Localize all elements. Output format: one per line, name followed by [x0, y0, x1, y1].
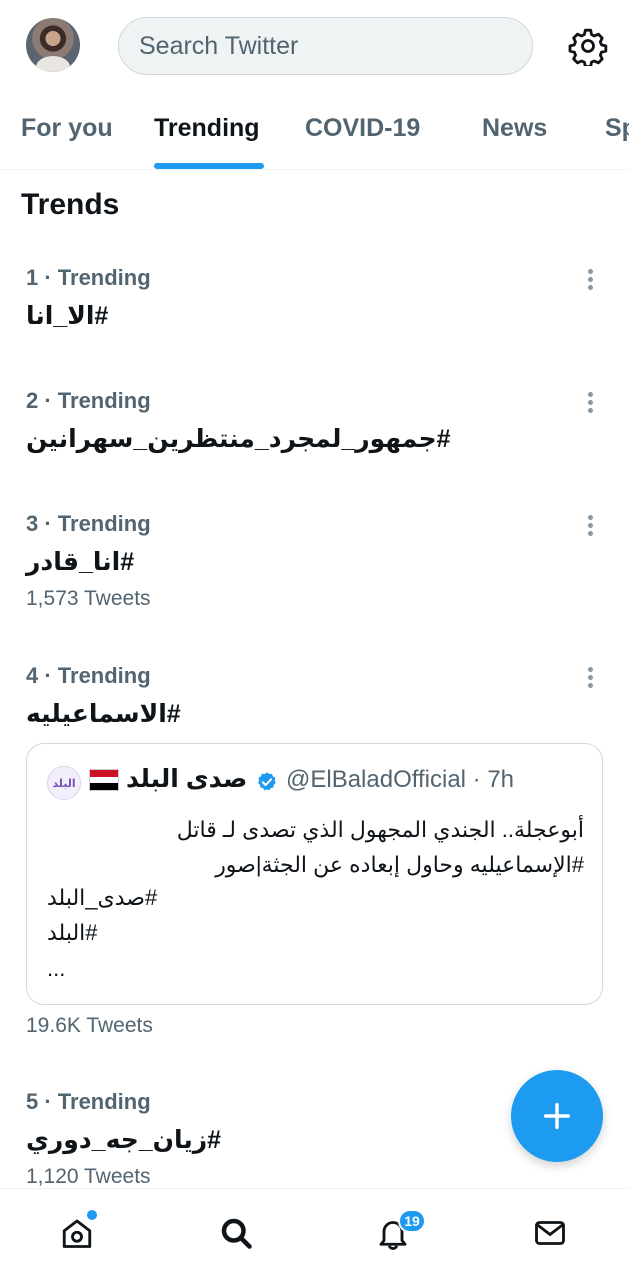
author-handle: @ElBaladOfficial · 7h: [286, 766, 515, 793]
more-options-icon[interactable]: [580, 513, 600, 539]
author-name[interactable]: صدى البلد: [126, 764, 247, 794]
bottom-navigation: 19: [0, 1188, 629, 1280]
more-options-icon[interactable]: [580, 390, 600, 416]
tab-covid-19[interactable]: COVID-19: [305, 114, 420, 143]
home-unread-dot: [87, 1210, 97, 1220]
trend-item[interactable]: 2 · Trending #جمهور_لمجرد_منتظرين_سهراني…: [26, 388, 606, 454]
home-icon[interactable]: [59, 1215, 95, 1251]
section-title: Trends: [21, 188, 120, 221]
trend-meta: 1 · Trending: [26, 265, 151, 290]
trend-item[interactable]: 1 · Trending #الا_انا: [26, 265, 606, 331]
gear-icon[interactable]: [568, 26, 608, 66]
embedded-tweet[interactable]: البلد صدى البلد @ElBaladOfficial · 7h أب…: [26, 743, 603, 1005]
egypt-flag-icon: [89, 769, 119, 791]
explore-tabs: For you Trending COVID-19 News Sp: [0, 92, 629, 170]
verified-badge-icon: [258, 772, 276, 791]
tweet-line: أبوعجلة.. الجندي المجهول الذي تصدى لـ قا…: [176, 817, 584, 842]
active-tab-indicator: [154, 163, 264, 169]
notification-count-badge: 19: [398, 1209, 426, 1233]
search-placeholder: Search Twitter: [139, 31, 299, 60]
trend-name: #انا_قادر: [26, 548, 135, 576]
tab-sports[interactable]: Sp: [605, 114, 629, 143]
compose-tweet-button[interactable]: [511, 1070, 603, 1162]
hashtag[interactable]: البلد#: [47, 920, 98, 946]
avatar[interactable]: [26, 18, 80, 72]
more-options-icon[interactable]: [580, 665, 600, 691]
tweet-text: أبوعجلة.. الجندي المجهول الذي تصدى لـ قا…: [44, 812, 584, 882]
tab-for-you[interactable]: For you: [21, 114, 113, 143]
trend-meta: 2 · Trending: [26, 388, 151, 413]
trend-name: #الا_انا: [26, 302, 109, 330]
trend-meta: 3 · Trending: [26, 511, 151, 536]
author-logo: البلد: [47, 766, 81, 800]
search-icon[interactable]: [218, 1215, 254, 1251]
trend-meta: 4 · Trending: [26, 663, 151, 688]
trend-count-row: 19.6K Tweets: [26, 1014, 606, 1038]
tweet-count: 19.6K Tweets: [26, 1014, 153, 1037]
trend-item[interactable]: 3 · Trending #انا_قادر 1,573 Tweets: [26, 511, 606, 611]
messages-icon[interactable]: [532, 1215, 568, 1251]
trend-name: #جمهور_لمجرد_منتظرين_سهرانين: [26, 425, 451, 453]
hashtag[interactable]: صدى_البلد#: [47, 885, 157, 911]
tab-trending[interactable]: Trending: [154, 114, 260, 143]
tab-news[interactable]: News: [482, 114, 547, 143]
tweet-count: 1,573 Tweets: [26, 587, 151, 610]
more-options-icon[interactable]: [580, 267, 600, 293]
tweet-count: 1,120 Tweets: [26, 1165, 151, 1188]
search-input[interactable]: Search Twitter: [118, 17, 533, 75]
top-header: Search Twitter: [0, 0, 629, 92]
plus-icon: [543, 1102, 571, 1130]
tweet-line: #الإسماعيليه وحاول إبعاده عن الجثة|صور: [215, 852, 584, 877]
trend-item[interactable]: 4 · Trending #الاسماعيليه: [26, 663, 606, 729]
trend-name: #الاسماعيليه: [26, 700, 181, 728]
ellipsis: ...: [47, 956, 66, 981]
